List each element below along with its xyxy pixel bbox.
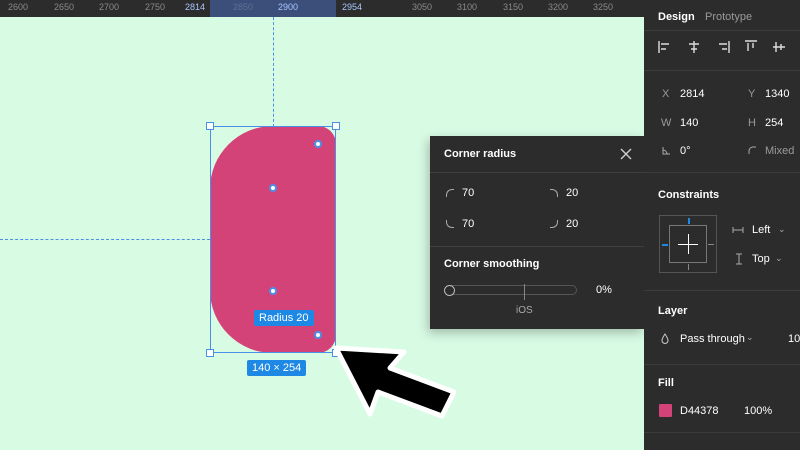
size-tag: 140 × 254 (247, 360, 307, 376)
radius-handle-bottom-right[interactable] (314, 331, 322, 339)
ruler-tick: 2954 (341, 2, 363, 12)
align-horizontal-center-icon[interactable] (687, 40, 701, 54)
fill-hex-field[interactable]: D44378 (680, 405, 719, 417)
blend-mode-drop-icon (661, 333, 669, 344)
radius-handle-top-left[interactable] (269, 184, 277, 192)
pointer-arrow-icon (333, 345, 457, 419)
vertical-guide (273, 17, 274, 127)
divider (430, 246, 644, 247)
y-field[interactable]: 1340 (765, 88, 789, 100)
radius-handle-top-right[interactable] (314, 140, 322, 148)
align-right-icon[interactable] (716, 40, 730, 54)
constraint-bottom[interactable] (688, 264, 689, 270)
divider (644, 364, 800, 365)
divider (644, 172, 800, 173)
ruler-tick: 2600 (7, 2, 29, 12)
align-top-icon[interactable] (744, 40, 758, 54)
corner-top-right-icon (550, 189, 558, 197)
radius-top-left-value: 70 (462, 187, 475, 199)
radius-bottom-right-value: 20 (566, 218, 579, 230)
horizontal-constraint-icon (732, 227, 744, 233)
ruler-tick: 2650 (53, 2, 75, 12)
x-field[interactable]: 2814 (680, 88, 704, 100)
ruler-tick: 2850 (232, 2, 254, 12)
corner-radius-popover: Corner radius 70 20 70 20 Corner smoothi… (430, 136, 644, 329)
corner-smoothing-slider[interactable] (445, 285, 577, 295)
divider (644, 290, 800, 291)
divider (644, 432, 800, 433)
divider (644, 70, 800, 71)
corner-bottom-left-icon (446, 220, 454, 228)
radius-top-right-value: 20 (566, 187, 579, 199)
ruler-tick: 3050 (411, 2, 433, 12)
corner-top-left-icon (446, 189, 454, 197)
divider (644, 30, 800, 31)
ios-mark (524, 284, 525, 300)
resize-handle-top-left[interactable] (206, 122, 214, 130)
tab-design[interactable]: Design (658, 11, 695, 23)
ruler-tick: 2814 (184, 2, 206, 12)
ruler-tick: 2900 (277, 2, 299, 12)
constraint-top[interactable] (688, 218, 690, 224)
y-label: Y (748, 88, 756, 100)
chevron-down-icon: ⌄ (775, 253, 783, 263)
fill-title: Fill (658, 377, 674, 389)
ruler-tick: 3100 (456, 2, 478, 12)
height-field[interactable]: 254 (765, 117, 783, 129)
layer-title: Layer (658, 305, 688, 317)
rotation-icon (662, 147, 670, 155)
close-icon[interactable] (618, 146, 634, 162)
corner-smoothing-value[interactable]: 0% (596, 284, 612, 296)
horizontal-constraint-select[interactable]: Left (752, 224, 770, 236)
x-label: X (662, 88, 670, 100)
tab-prototype[interactable]: Prototype (705, 11, 752, 23)
constraint-right[interactable] (708, 244, 714, 245)
ruler-tick: 3150 (502, 2, 524, 12)
ruler-tick: 2750 (144, 2, 166, 12)
resize-handle-bottom-left[interactable] (206, 349, 214, 357)
chevron-down-icon: ⌄ (746, 332, 754, 342)
ruler-tick: 3250 (592, 2, 614, 12)
resize-handle-top-right[interactable] (332, 122, 340, 130)
corner-bottom-right-icon (550, 220, 558, 228)
ios-label: iOS (516, 305, 533, 316)
constraint-center-h (678, 244, 698, 245)
fill-opacity-field[interactable]: 100% (744, 405, 772, 417)
slider-knob[interactable] (444, 285, 455, 296)
radius-handle-bottom-left[interactable] (269, 287, 277, 295)
align-vertical-center-icon[interactable] (772, 40, 786, 54)
h-label: H (748, 117, 756, 129)
radius-top-left-field[interactable]: 70 (446, 187, 474, 199)
constraints-widget[interactable] (659, 215, 717, 273)
blend-mode-select[interactable]: Pass through (680, 333, 745, 345)
corner-radius-icon (748, 146, 756, 154)
radius-bottom-left-value: 70 (462, 218, 475, 230)
chevron-down-icon: ⌄ (778, 224, 786, 234)
constraint-left[interactable] (662, 244, 668, 246)
corner-radius-field[interactable]: Mixed (765, 145, 794, 157)
radius-tag: Radius 20 (254, 310, 314, 326)
constraints-title: Constraints (658, 189, 720, 201)
layer-opacity-field[interactable]: 10 (788, 333, 800, 345)
radius-bottom-right-field[interactable]: 20 (550, 218, 578, 230)
ruler-tick: 3200 (547, 2, 569, 12)
align-left-icon[interactable] (658, 40, 672, 54)
corner-smoothing-title: Corner smoothing (444, 258, 540, 270)
rotation-field[interactable]: 0° (680, 145, 691, 157)
fill-color-swatch[interactable] (659, 404, 672, 417)
w-label: W (661, 117, 672, 129)
ruler-selection-highlight (210, 0, 336, 17)
ruler-tick: 2700 (98, 2, 120, 12)
popover-title: Corner radius (444, 148, 517, 160)
properties-panel: Design Prototype X 2814 Y 1340 W 140 H 2… (644, 0, 800, 450)
radius-bottom-left-field[interactable]: 70 (446, 218, 474, 230)
width-field[interactable]: 140 (680, 117, 698, 129)
vertical-constraint-icon (736, 253, 742, 265)
horizontal-ruler: 2600 2650 2700 2750 2814 2850 2900 2954 … (0, 0, 644, 17)
radius-top-right-field[interactable]: 20 (550, 187, 578, 199)
vertical-constraint-select[interactable]: Top (752, 253, 770, 265)
horizontal-guide (0, 239, 210, 240)
divider (430, 172, 644, 173)
